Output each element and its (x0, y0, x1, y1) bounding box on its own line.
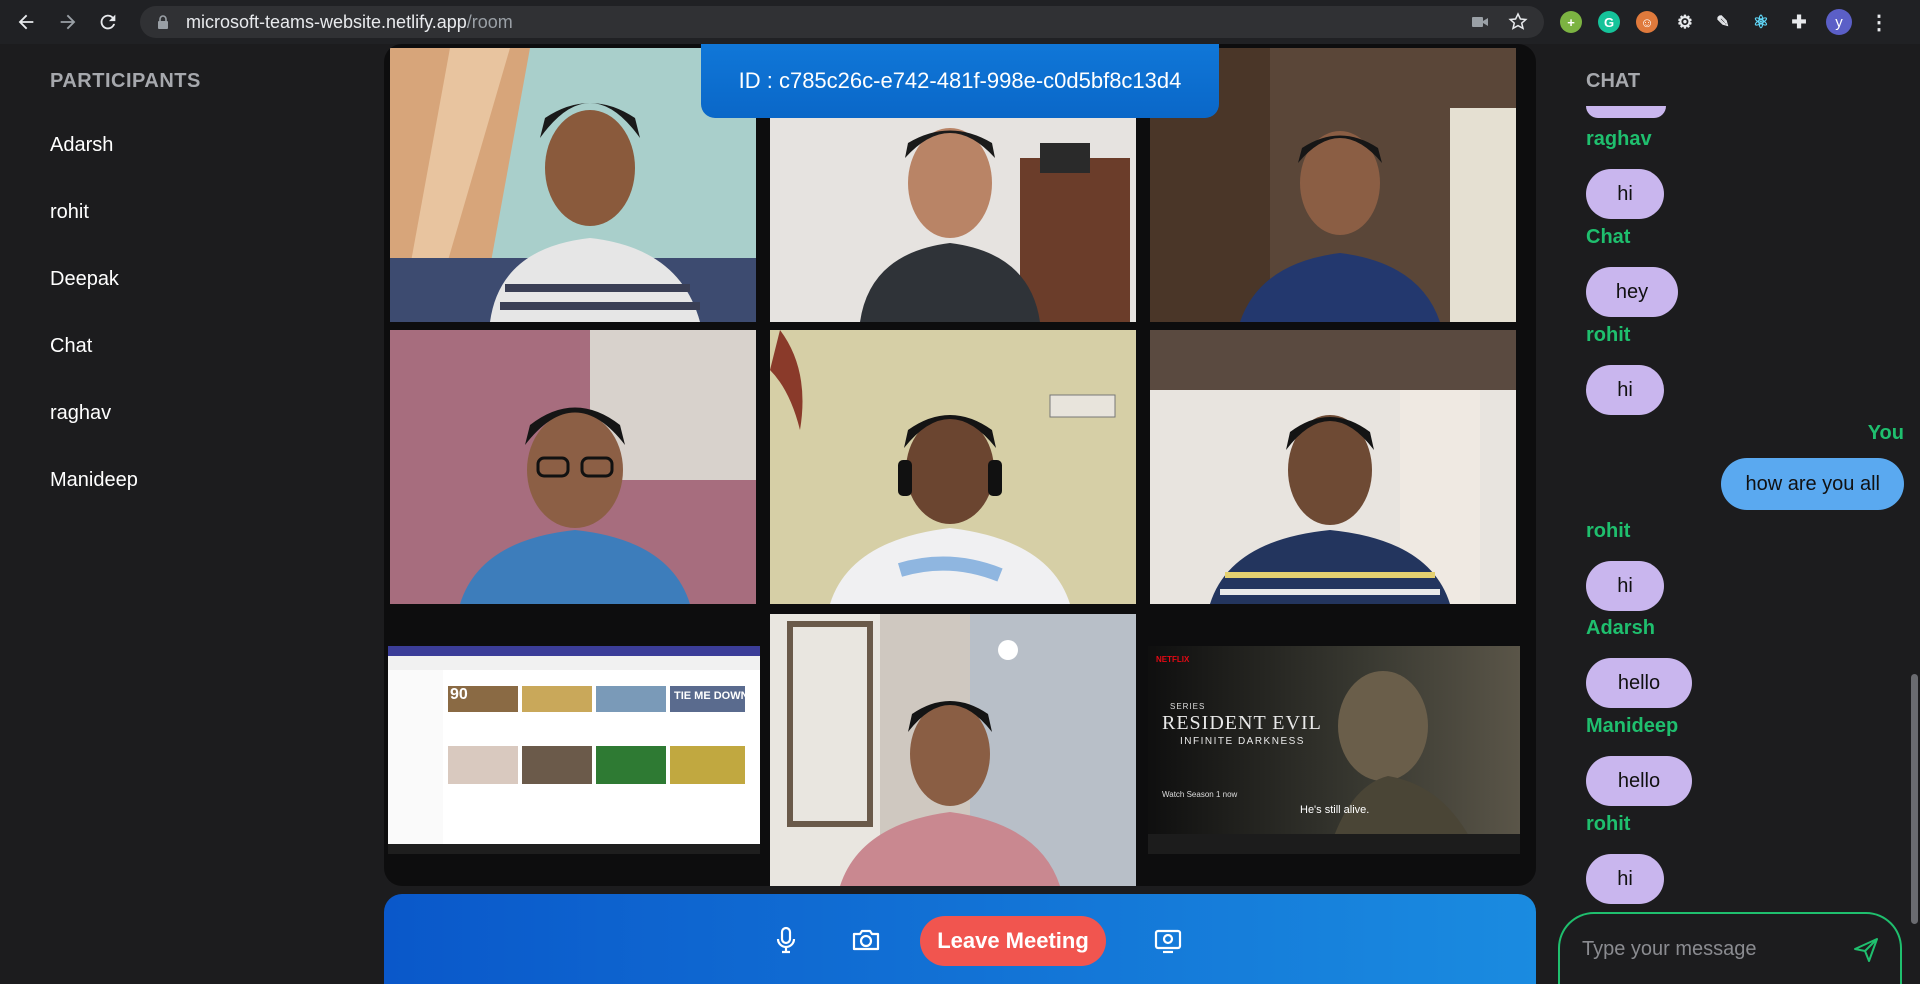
message-bubble: hi (1586, 169, 1664, 219)
send-icon[interactable] (1852, 936, 1880, 964)
participant-video (770, 614, 1136, 886)
browser-toolbar: microsoft-teams-website.netlify.app/room… (0, 0, 1920, 44)
face-extension-icon[interactable]: ☺ (1636, 11, 1658, 33)
message-sender: Chat (1586, 226, 1631, 248)
participant-video (1150, 330, 1516, 604)
thumbnail-text: TIE ME DOWN (674, 690, 749, 702)
participant-item: raghav (50, 402, 112, 424)
screen-share-tile: NETFLIX SERIES RESIDENT EVIL INFINITE DA… (1148, 646, 1520, 854)
chat-input-container (1558, 912, 1902, 984)
chat-message-input[interactable] (1582, 932, 1852, 966)
message-sender: rohit (1586, 324, 1631, 346)
video-tile (770, 330, 1136, 604)
lock-icon (158, 15, 168, 29)
participant-item: Adarsh (50, 134, 114, 156)
room-id-banner: ID : c785c26c-e742-481f-998e-c0d5bf8c13d… (701, 44, 1219, 118)
bookmark-star-icon[interactable] (1508, 12, 1528, 32)
leave-meeting-button[interactable]: Leave Meeting (920, 916, 1106, 966)
message-bubble: hello (1586, 756, 1692, 806)
chat-scrollbar[interactable] (1911, 674, 1918, 924)
meeting-control-bar: Leave Meeting (384, 894, 1536, 984)
pen-extension-icon[interactable]: ✎ (1712, 11, 1734, 33)
netflix-subtitle-title: INFINITE DARKNESS (1180, 736, 1305, 747)
camera-blocked-icon[interactable] (1470, 12, 1490, 32)
message-bubble-self: how are you all (1721, 458, 1904, 510)
message-sender: Adarsh (1586, 617, 1655, 639)
message-sender-self: You (1867, 422, 1904, 444)
address-bar[interactable]: microsoft-teams-website.netlify.app/room (140, 6, 1544, 38)
reload-icon[interactable] (90, 4, 126, 40)
participant-item: Manideep (50, 469, 138, 491)
screen-share-icon[interactable] (1152, 924, 1184, 956)
video-tile (1150, 330, 1516, 604)
message-sender: rohit (1586, 520, 1631, 542)
url-path: /room (466, 11, 513, 32)
add-extension-icon[interactable]: + (1560, 11, 1582, 33)
netflix-screen-share: NETFLIX (1148, 646, 1520, 854)
message-bubble: hi (1586, 365, 1664, 415)
chat-panel: CHAT raghav hi Chat hey rohit hi You how… (1540, 44, 1920, 984)
video-tile (390, 330, 756, 604)
netflix-series-tag: SERIES (1170, 702, 1206, 711)
participants-heading: PARTICIPANTS (50, 70, 201, 92)
url-host: microsoft-teams-website.netlify.app (186, 11, 467, 32)
message-sender: Manideep (1586, 715, 1679, 737)
svg-text:NETFLIX: NETFLIX (1156, 655, 1190, 664)
netflix-watch-text: Watch Season 1 now (1162, 790, 1238, 799)
participants-panel: PARTICIPANTS Adarsh rohit Deepak Chat ra… (0, 44, 380, 984)
message-sender: rohit (1586, 813, 1631, 835)
forward-icon[interactable] (50, 4, 86, 40)
participant-item: Chat (50, 335, 93, 357)
participant-video (390, 330, 756, 604)
profile-avatar[interactable]: y (1826, 9, 1852, 35)
partial-chat-bubble (1586, 106, 1666, 118)
message-bubble: hey (1586, 267, 1678, 317)
participant-video (770, 330, 1136, 604)
participant-item: Deepak (50, 268, 119, 290)
message-bubble: hi (1586, 561, 1664, 611)
message-sender: raghav (1586, 128, 1652, 150)
more-menu-icon[interactable]: ⋮ (1868, 11, 1890, 34)
microphone-icon[interactable] (770, 924, 802, 956)
puzzle-extensions-icon[interactable]: ✚ (1788, 11, 1810, 33)
screen-share-tile: 90 TIE ME DOWN (388, 646, 760, 854)
message-bubble: hi (1586, 854, 1664, 904)
video-tile (770, 614, 1136, 886)
video-grid: 90 TIE ME DOWN NETFLIX SERIES RESIDENT E… (384, 44, 1536, 886)
back-icon[interactable] (8, 4, 44, 40)
grammarly-icon[interactable]: G (1598, 11, 1620, 33)
camera-icon[interactable] (850, 924, 882, 956)
gear-extension-icon[interactable]: ⚙ (1674, 11, 1696, 33)
youtube-screen-share (388, 646, 760, 854)
react-devtools-icon[interactable]: ⚛ (1750, 11, 1772, 33)
participant-item: rohit (50, 201, 89, 223)
chat-heading: CHAT (1586, 70, 1641, 92)
netflix-caption: He's still alive. (1300, 804, 1370, 816)
message-bubble: hello (1586, 658, 1692, 708)
netflix-title: RESIDENT EVIL (1162, 712, 1322, 734)
thumbnail-text: 90 (450, 686, 468, 703)
